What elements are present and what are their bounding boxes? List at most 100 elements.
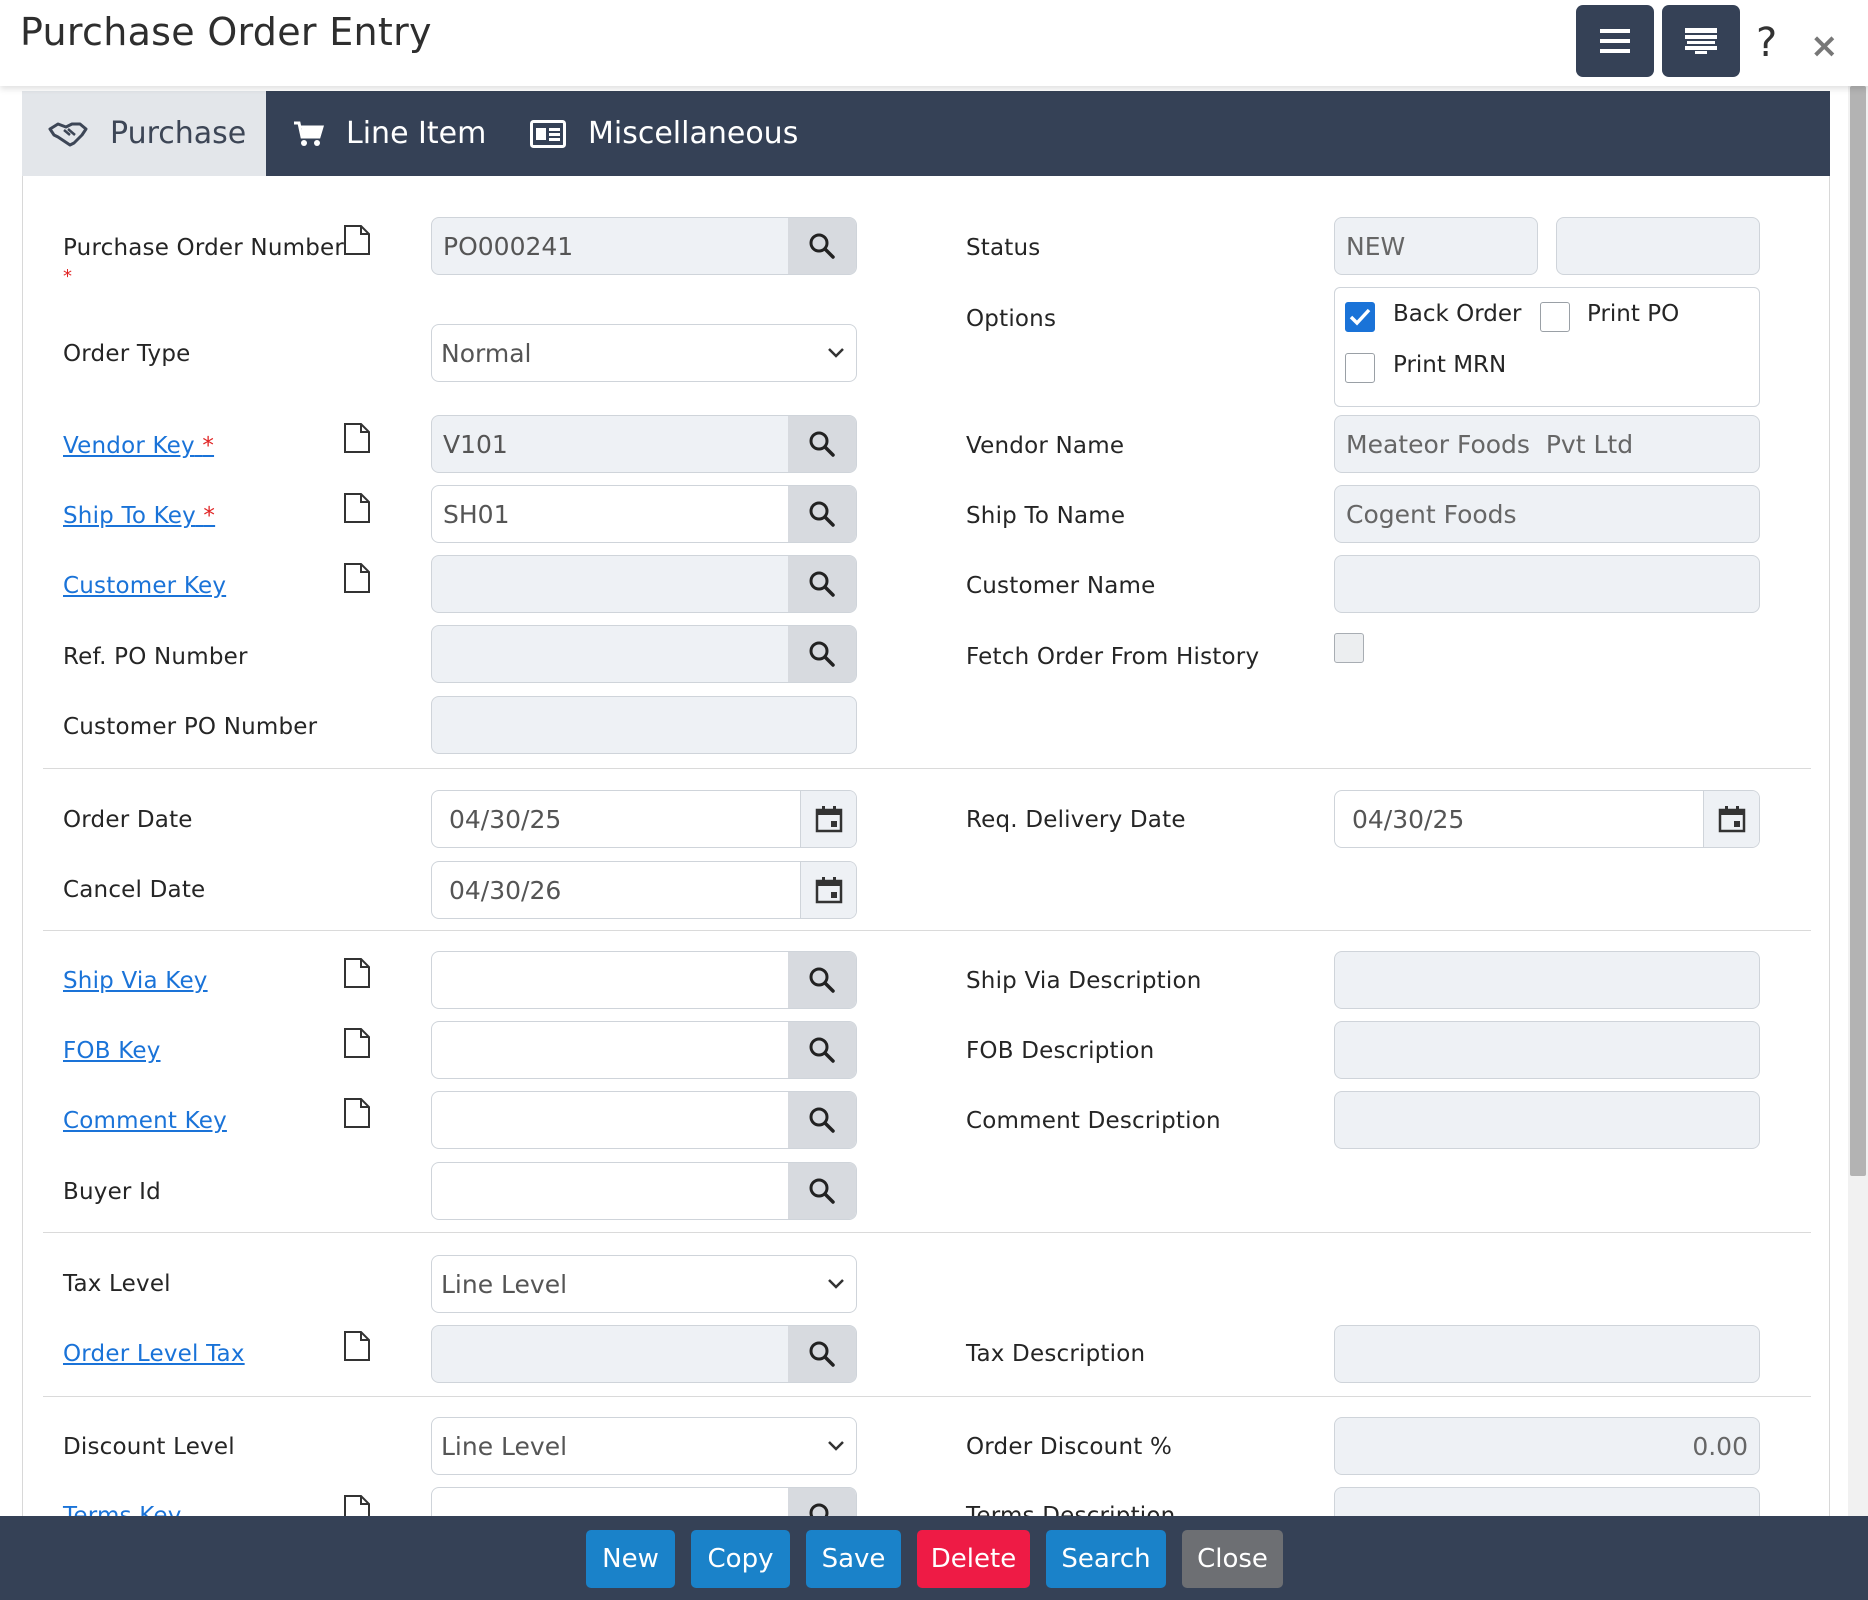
- po-number-value: PO000241: [443, 231, 574, 261]
- customer-key-link[interactable]: Customer Key: [63, 573, 226, 599]
- customer-po-label: Customer PO Number: [63, 714, 318, 740]
- discount-level-select[interactable]: Line Level: [431, 1417, 857, 1475]
- order-type-select[interactable]: Normal: [431, 324, 857, 382]
- tab-line-item[interactable]: Line Item: [294, 91, 486, 176]
- fob-key-input[interactable]: [431, 1021, 857, 1079]
- ref-po-input[interactable]: [431, 625, 857, 683]
- order-date-input[interactable]: 04/30/25: [431, 790, 857, 848]
- ship-via-key-input[interactable]: [431, 951, 857, 1009]
- vendor-key-input[interactable]: V101: [431, 415, 857, 473]
- print-po-checkbox[interactable]: [1540, 302, 1570, 332]
- customer-name-field: [1334, 555, 1760, 613]
- window-title: Purchase Order Entry: [20, 10, 432, 54]
- search-icon[interactable]: [788, 416, 856, 472]
- help-icon[interactable]: ?: [1756, 20, 1777, 66]
- document-icon[interactable]: [343, 957, 371, 989]
- terms-desc-field: [1334, 1487, 1760, 1516]
- scrollbar-thumb[interactable]: [1850, 86, 1866, 1176]
- order-type-label: Order Type: [63, 341, 191, 367]
- document-icon[interactable]: [343, 422, 371, 454]
- tab-strip: Purchase Line Item Miscellaneous: [22, 91, 1830, 176]
- delete-button[interactable]: Delete: [917, 1530, 1030, 1588]
- customer-name-label: Customer Name: [966, 573, 1156, 599]
- tab-miscellaneous[interactable]: Miscellaneous: [530, 91, 798, 176]
- customer-key-input[interactable]: [431, 555, 857, 613]
- document-icon[interactable]: [343, 562, 371, 594]
- close-button[interactable]: Close: [1182, 1530, 1283, 1588]
- document-icon[interactable]: [343, 224, 371, 256]
- ship-to-key-input[interactable]: SH01: [431, 485, 857, 543]
- hamburger-icon: [1600, 29, 1630, 53]
- calendar-icon[interactable]: [800, 791, 856, 847]
- tax-level-select[interactable]: Line Level: [431, 1255, 857, 1313]
- req-delivery-date-input[interactable]: 04/30/25: [1334, 790, 1760, 848]
- search-icon[interactable]: [788, 1163, 856, 1219]
- buyer-id-input[interactable]: [431, 1162, 857, 1220]
- comment-desc-label: Comment Description: [966, 1108, 1221, 1134]
- ref-po-label: Ref. PO Number: [63, 644, 248, 670]
- menu-button[interactable]: [1576, 5, 1654, 77]
- section-divider: [43, 930, 1811, 931]
- ship-to-key-link[interactable]: Ship To Key *: [63, 503, 215, 529]
- tab-miscellaneous-label: Miscellaneous: [588, 116, 799, 151]
- vendor-name-label: Vendor Name: [966, 433, 1125, 459]
- copy-button[interactable]: Copy: [691, 1530, 790, 1588]
- terms-key-link[interactable]: Terms Key: [63, 1503, 182, 1516]
- new-button[interactable]: New: [586, 1530, 675, 1588]
- search-icon[interactable]: [788, 952, 856, 1008]
- search-icon[interactable]: [788, 1022, 856, 1078]
- list-view-icon: [1685, 28, 1717, 54]
- comment-key-input[interactable]: [431, 1091, 857, 1149]
- order-date-label: Order Date: [63, 807, 193, 833]
- fetch-history-label: Fetch Order From History: [966, 644, 1260, 670]
- ship-to-name-value: Cogent Foods: [1346, 499, 1517, 529]
- tax-level-value: Line Level: [441, 1269, 568, 1299]
- search-icon[interactable]: [788, 218, 856, 274]
- customer-po-input[interactable]: [431, 696, 857, 754]
- layout-button[interactable]: [1662, 5, 1740, 77]
- cart-icon: [294, 121, 324, 147]
- save-button[interactable]: Save: [806, 1530, 901, 1588]
- order-level-tax-input[interactable]: [431, 1325, 857, 1383]
- search-button[interactable]: Search: [1046, 1530, 1166, 1588]
- ship-to-key-value: SH01: [443, 499, 510, 529]
- po-number-input[interactable]: PO000241: [431, 217, 857, 275]
- checkmark-icon: [1349, 308, 1371, 326]
- back-order-checkbox[interactable]: [1345, 302, 1375, 332]
- req-delivery-date-label: Req. Delivery Date: [966, 807, 1186, 833]
- purchase-form: Purchase Order Number * PO000241 Order T…: [22, 176, 1830, 1516]
- comment-key-link[interactable]: Comment Key: [63, 1108, 227, 1134]
- document-icon[interactable]: [343, 1330, 371, 1362]
- terms-key-input[interactable]: [431, 1487, 857, 1516]
- status-value: NEW: [1346, 231, 1406, 261]
- ship-to-name-label: Ship To Name: [966, 503, 1126, 529]
- section-divider: [43, 1396, 1811, 1397]
- order-level-tax-link[interactable]: Order Level Tax: [63, 1341, 245, 1367]
- print-mrn-label: Print MRN: [1393, 352, 1507, 378]
- comment-desc-field: [1334, 1091, 1760, 1149]
- cancel-date-input[interactable]: 04/30/26: [431, 861, 857, 919]
- print-mrn-checkbox[interactable]: [1345, 353, 1375, 383]
- calendar-icon[interactable]: [800, 862, 856, 918]
- search-icon[interactable]: [788, 556, 856, 612]
- close-icon[interactable]: ×: [1810, 26, 1839, 66]
- search-icon[interactable]: [788, 1488, 856, 1516]
- search-icon[interactable]: [788, 626, 856, 682]
- search-icon[interactable]: [788, 486, 856, 542]
- vendor-key-link[interactable]: Vendor Key *: [63, 433, 214, 459]
- search-icon[interactable]: [788, 1326, 856, 1382]
- document-icon[interactable]: [343, 492, 371, 524]
- section-divider: [43, 768, 1811, 769]
- document-icon[interactable]: [343, 1027, 371, 1059]
- vendor-name-field: Meateor Foods Pvt Ltd: [1334, 415, 1760, 473]
- search-icon[interactable]: [788, 1092, 856, 1148]
- fetch-history-checkbox[interactable]: [1334, 633, 1364, 663]
- ship-via-key-link[interactable]: Ship Via Key: [63, 968, 208, 994]
- document-icon[interactable]: [343, 1097, 371, 1129]
- calendar-icon[interactable]: [1703, 791, 1759, 847]
- chevron-down-icon: [816, 1278, 856, 1290]
- document-icon[interactable]: [343, 1494, 371, 1516]
- fob-key-link[interactable]: FOB Key: [63, 1038, 161, 1064]
- buyer-id-label: Buyer Id: [63, 1179, 161, 1205]
- tab-purchase[interactable]: Purchase: [22, 91, 266, 176]
